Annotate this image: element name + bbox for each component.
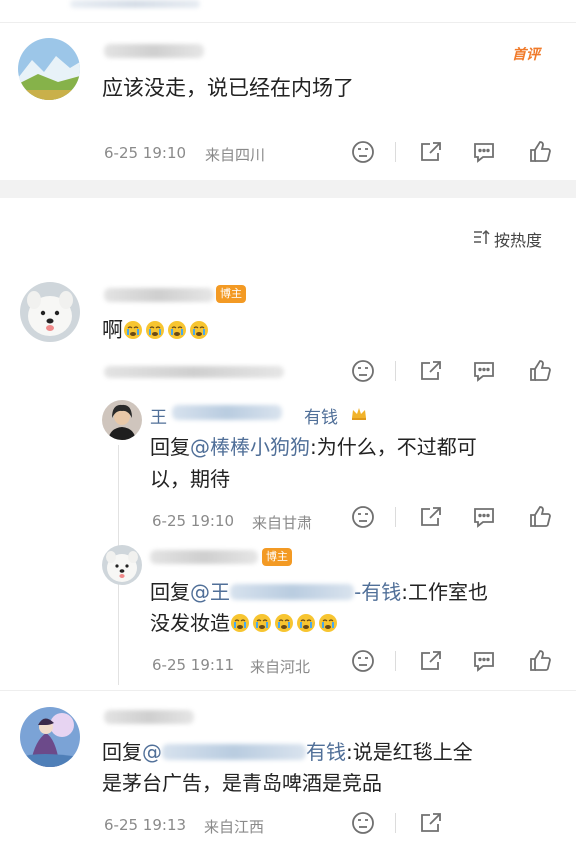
comment-text-line1: :说是红毯上全	[346, 740, 473, 764]
comment-location: 来自四川	[205, 146, 266, 164]
react-icon[interactable]	[350, 504, 376, 530]
reply-text-line1: :工作室也	[401, 580, 488, 604]
comment-time: 6-25 19:13	[104, 816, 187, 834]
comment-location: 来自江西	[204, 818, 265, 836]
mention-blurred	[162, 744, 306, 760]
comment-text: 回复@ 有钱:说是红毯上全	[102, 736, 473, 768]
sort-by-hot[interactable]: 按热度	[494, 227, 542, 251]
avatar[interactable]	[102, 400, 142, 440]
like-icon[interactable]	[527, 504, 553, 530]
cry-emoji-icon	[318, 613, 338, 633]
like-icon[interactable]	[527, 648, 553, 674]
reply-text-line2: 没发妆造	[150, 607, 340, 639]
action-separator	[395, 361, 396, 381]
mention-link-start[interactable]: @王	[190, 580, 230, 604]
action-separator	[395, 651, 396, 671]
mention-blurred	[230, 584, 354, 600]
action-separator	[395, 813, 396, 833]
cry-emoji-icon	[189, 320, 209, 340]
top-divider	[0, 22, 576, 23]
comment-icon[interactable]	[471, 358, 497, 384]
avatar[interactable]	[20, 282, 80, 342]
username-blurred[interactable]	[104, 710, 194, 724]
mention-link-end[interactable]: -有钱	[354, 580, 401, 604]
mention-link-end[interactable]: 有钱	[306, 740, 346, 764]
reply-text-line2: 以，期待	[150, 467, 230, 491]
reply-text-line1: :为什么，不过都可	[310, 435, 477, 459]
reply-prefix: 回复	[102, 740, 142, 764]
mention-link[interactable]: @棒棒小狗狗	[190, 435, 310, 459]
avatar[interactable]	[20, 707, 80, 767]
author-badge: 博主	[262, 548, 292, 566]
row-divider	[0, 690, 576, 691]
share-icon[interactable]	[418, 648, 444, 674]
timestamp-blurred	[104, 366, 284, 378]
reply-username-start[interactable]: 王	[150, 403, 167, 428]
share-icon[interactable]	[418, 139, 444, 165]
reply-text-line2-content: 没发妆造	[150, 611, 230, 635]
username-blurred	[172, 405, 282, 420]
cry-emoji-icon	[123, 320, 143, 340]
share-icon[interactable]	[418, 810, 444, 836]
comment-icon[interactable]	[471, 139, 497, 165]
crown-icon	[350, 404, 368, 422]
avatar[interactable]	[18, 38, 80, 100]
like-icon[interactable]	[527, 139, 553, 165]
author-badge: 博主	[216, 285, 246, 303]
first-comment-tag: 首评	[512, 47, 540, 63]
sort-icon[interactable]	[473, 228, 491, 246]
reply-time: 6-25 19:11	[152, 656, 235, 674]
username-blurred[interactable]	[150, 550, 258, 564]
reply-location: 来自甘肃	[252, 514, 313, 532]
reply-prefix: 回复	[150, 580, 190, 604]
cry-emoji-icon	[296, 613, 316, 633]
react-icon[interactable]	[350, 810, 376, 836]
cry-emoji-icon	[252, 613, 272, 633]
reply-time: 6-25 19:10	[152, 512, 235, 530]
cry-emoji-icon	[230, 613, 250, 633]
reply-text: 回复@王 -有钱:工作室也	[150, 576, 488, 608]
comment-icon[interactable]	[471, 648, 497, 674]
reply-text: 回复@棒棒小狗狗:为什么，不过都可	[150, 431, 477, 463]
reply-prefix: 回复	[150, 435, 190, 459]
comment-text: 啊	[102, 314, 211, 346]
cry-emoji-icon	[274, 613, 294, 633]
username-blurred[interactable]	[104, 44, 204, 58]
comment-time: 6-25 19:10	[104, 144, 187, 162]
comment-text: 应该没走，说已经在内场了	[102, 76, 354, 100]
action-separator	[395, 507, 396, 527]
comment-text-content: 啊	[102, 318, 123, 342]
react-icon[interactable]	[350, 648, 376, 674]
like-icon[interactable]	[527, 358, 553, 384]
reply-location: 来自河北	[250, 658, 311, 676]
react-icon[interactable]	[350, 139, 376, 165]
avatar[interactable]	[102, 545, 142, 585]
section-divider	[0, 180, 576, 198]
cry-emoji-icon	[167, 320, 187, 340]
reply-username-end[interactable]: 有钱	[304, 403, 338, 428]
react-icon[interactable]	[350, 358, 376, 384]
mention-link-start[interactable]: @	[142, 740, 162, 764]
action-separator	[395, 142, 396, 162]
top-partial-blur	[70, 0, 200, 8]
comment-icon[interactable]	[471, 504, 497, 530]
username-blurred[interactable]	[104, 288, 214, 302]
comment-text-line2: 是茅台广告，是青岛啤酒是竞品	[102, 771, 382, 795]
share-icon[interactable]	[418, 504, 444, 530]
cry-emoji-icon	[145, 320, 165, 340]
share-icon[interactable]	[418, 358, 444, 384]
